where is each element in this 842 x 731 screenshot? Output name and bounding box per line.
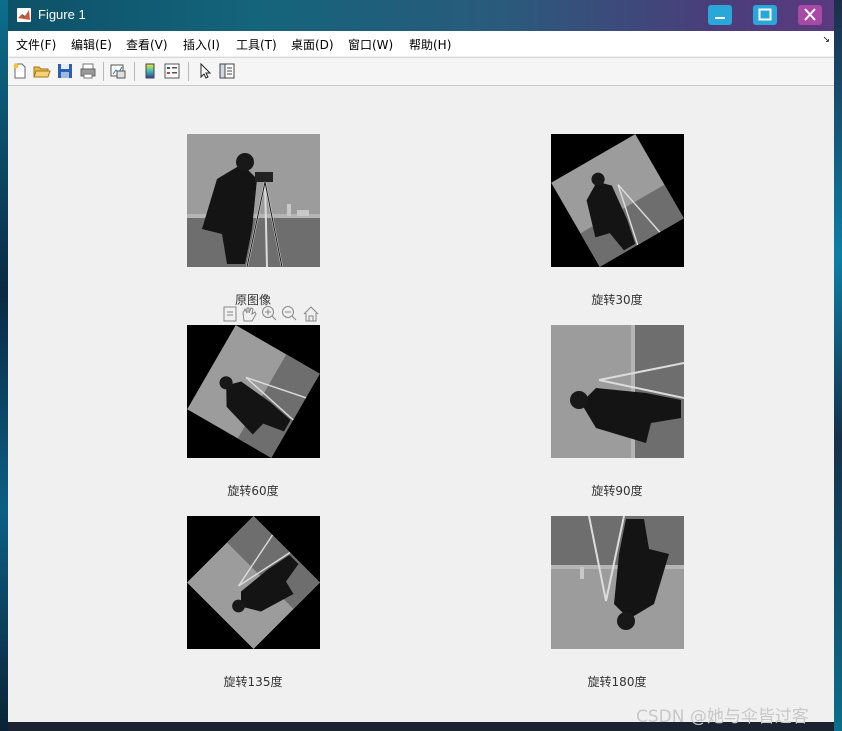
subplot-caption: 旋转180度 [587,675,647,689]
save-icon[interactable] [56,62,74,80]
subplot-rotate-30[interactable] [551,134,684,267]
axes-toolbar [222,305,322,323]
cameraman-rotated-60-image [187,325,320,458]
menu-dock-arrow-icon[interactable]: ↘ [822,35,830,45]
menu-window[interactable]: 窗口(W) [348,36,393,53]
close-icon [804,8,816,21]
subplot-original[interactable] [187,134,320,267]
matlab-icon [17,8,31,22]
subplot-rotate-180[interactable] [551,516,684,649]
menu-tools[interactable]: 工具(T) [236,36,277,53]
minimize-button[interactable] [708,5,732,25]
toolbar-separator [188,62,189,81]
desktop-edge-left [0,0,8,731]
pan-icon[interactable] [242,307,257,322]
subplot-rotate-135[interactable] [187,516,320,649]
cameraman-rotated-180-image [551,516,684,649]
insert-legend-icon[interactable] [163,62,181,80]
maximize-button[interactable] [753,5,777,25]
maximize-icon [758,8,772,21]
figure-window: Figure 1 文件(F) 编辑(E) 查看(V) 插入(I) 工具(T) 桌… [8,0,834,722]
subplot-rotate-60[interactable] [187,325,320,458]
link-plot-icon[interactable] [109,62,127,80]
zoom-in-icon[interactable] [262,306,277,321]
open-file-icon[interactable] [33,62,51,80]
menu-file[interactable]: 文件(F) [16,36,56,53]
subplot-rotate-90[interactable] [551,325,684,458]
edit-plot-icon[interactable] [196,62,214,80]
subplot-caption: 旋转90度 [591,484,643,498]
toolbar-separator [134,62,135,81]
menu-desktop[interactable]: 桌面(D) [291,36,334,53]
subplot-caption: 旋转60度 [227,484,279,498]
property-inspector-icon[interactable] [218,62,236,80]
print-icon[interactable] [79,62,97,80]
export-icon[interactable] [223,306,237,322]
subplot-caption: 旋转30度 [591,293,643,307]
subplot-caption: 旋转135度 [223,675,283,689]
cameraman-rotated-90-image [551,325,684,458]
menu-insert[interactable]: 插入(I) [183,36,220,53]
window-title: Figure 1 [38,7,86,22]
minimize-icon [715,17,725,19]
toolbar-separator [103,62,104,81]
menu-help[interactable]: 帮助(H) [409,36,451,53]
watermark: CSDN @她与伞皆过客 [636,707,809,727]
desktop-edge-right [834,0,842,731]
cameraman-rotated-135-image [187,516,320,649]
zoom-out-icon[interactable] [282,306,297,321]
cameraman-image [187,134,320,267]
insert-colorbar-icon[interactable] [141,62,159,80]
menu-view[interactable]: 查看(V) [126,36,168,53]
new-figure-icon[interactable] [11,62,29,80]
home-icon[interactable] [303,306,319,322]
menu-bar: 文件(F) 编辑(E) 查看(V) 插入(I) 工具(T) 桌面(D) 窗口(W… [8,31,834,56]
title-bar[interactable]: Figure 1 [8,0,834,31]
figure-toolbar [8,57,834,86]
menu-edit[interactable]: 编辑(E) [71,36,112,53]
cameraman-rotated-30-image [551,134,684,267]
close-button[interactable] [798,5,822,25]
